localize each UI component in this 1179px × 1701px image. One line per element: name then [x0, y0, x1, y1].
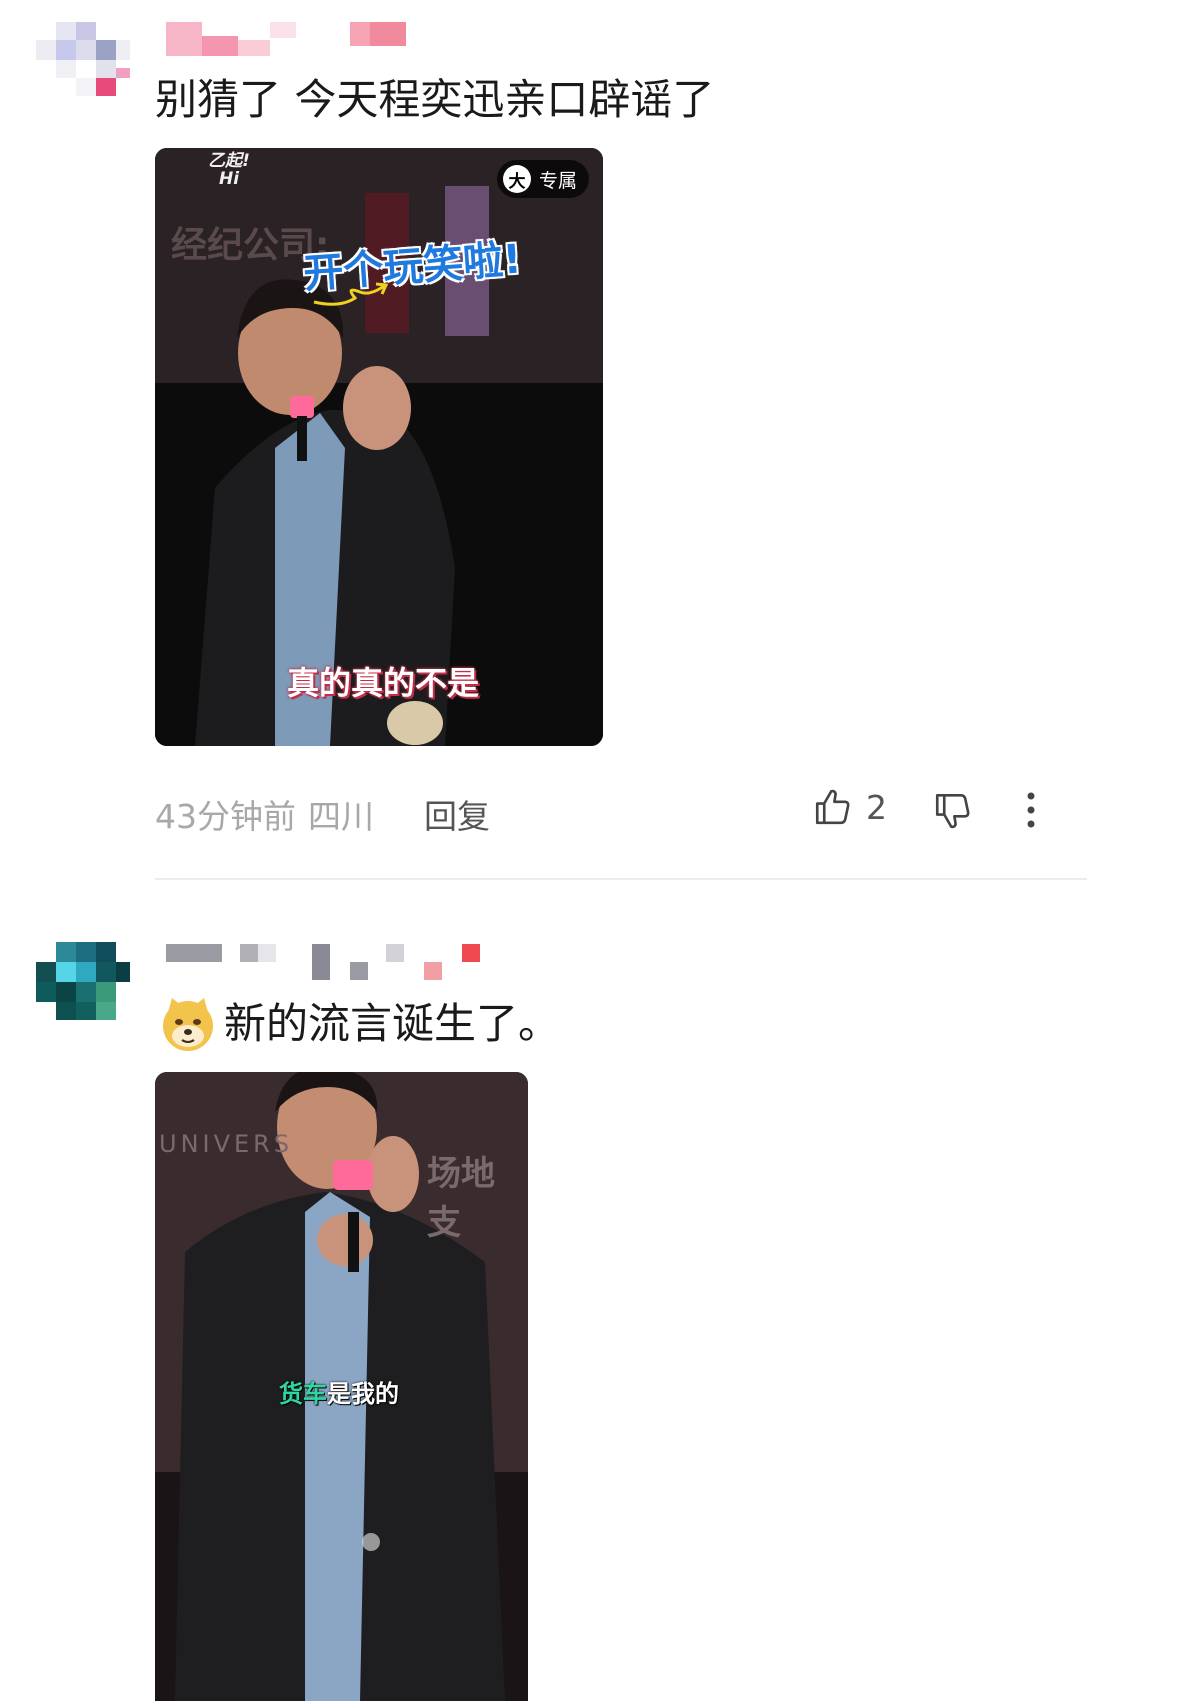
exclusive-badge: 大 专属: [496, 160, 589, 198]
comment-meta: 43分钟前 四川 回复: [155, 790, 490, 838]
thumbs-up-icon: [815, 789, 850, 825]
video-thumbnail[interactable]: 乙起! Hi 大 专属 经纪公司: 开个玩笑啦! 真的真的不是: [155, 148, 603, 746]
da-logo-icon: 大: [502, 165, 531, 193]
video-caption: 货车是我的: [279, 1374, 399, 1409]
video-caption: 真的真的不是: [287, 664, 480, 702]
comment-text: 别猜了 今天程奕迅亲口辟谣了: [155, 75, 715, 124]
comment-text: 新的流言诞生了。: [224, 999, 561, 1048]
thumbs-down-icon: [935, 793, 970, 829]
video-caption-highlight: 货车: [279, 1380, 327, 1408]
comment-divider: [155, 878, 1087, 880]
more-vertical-icon: [1027, 792, 1035, 828]
video-caption-rest: 是我的: [327, 1380, 399, 1408]
squiggle-arrow-icon: [313, 282, 389, 306]
username[interactable]: [166, 22, 406, 56]
background-logo-text: UNIVERS: [159, 1130, 294, 1158]
background-sign-text: 场地支: [427, 1154, 495, 1243]
comment-body: 新的流言诞生了。: [160, 994, 560, 1054]
reply-button[interactable]: 回复: [424, 790, 490, 838]
username[interactable]: [166, 944, 486, 980]
doge-emoji-icon: [163, 998, 213, 1051]
more-options-button[interactable]: [1018, 790, 1044, 830]
avatar[interactable]: [36, 22, 130, 96]
exclusive-badge-label: 专属: [538, 169, 577, 192]
video-thumbnail[interactable]: UNIVERS 场地支 货车是我的: [155, 1072, 528, 1701]
dislike-button[interactable]: [932, 790, 974, 832]
like-count: 2: [866, 787, 887, 827]
channel-logo: 乙起! Hi: [208, 151, 250, 189]
comment-location: 四川: [308, 797, 374, 836]
avatar[interactable]: [36, 942, 130, 1020]
comment-time: 43分钟前: [155, 797, 296, 836]
like-button[interactable]: 2: [812, 786, 887, 828]
